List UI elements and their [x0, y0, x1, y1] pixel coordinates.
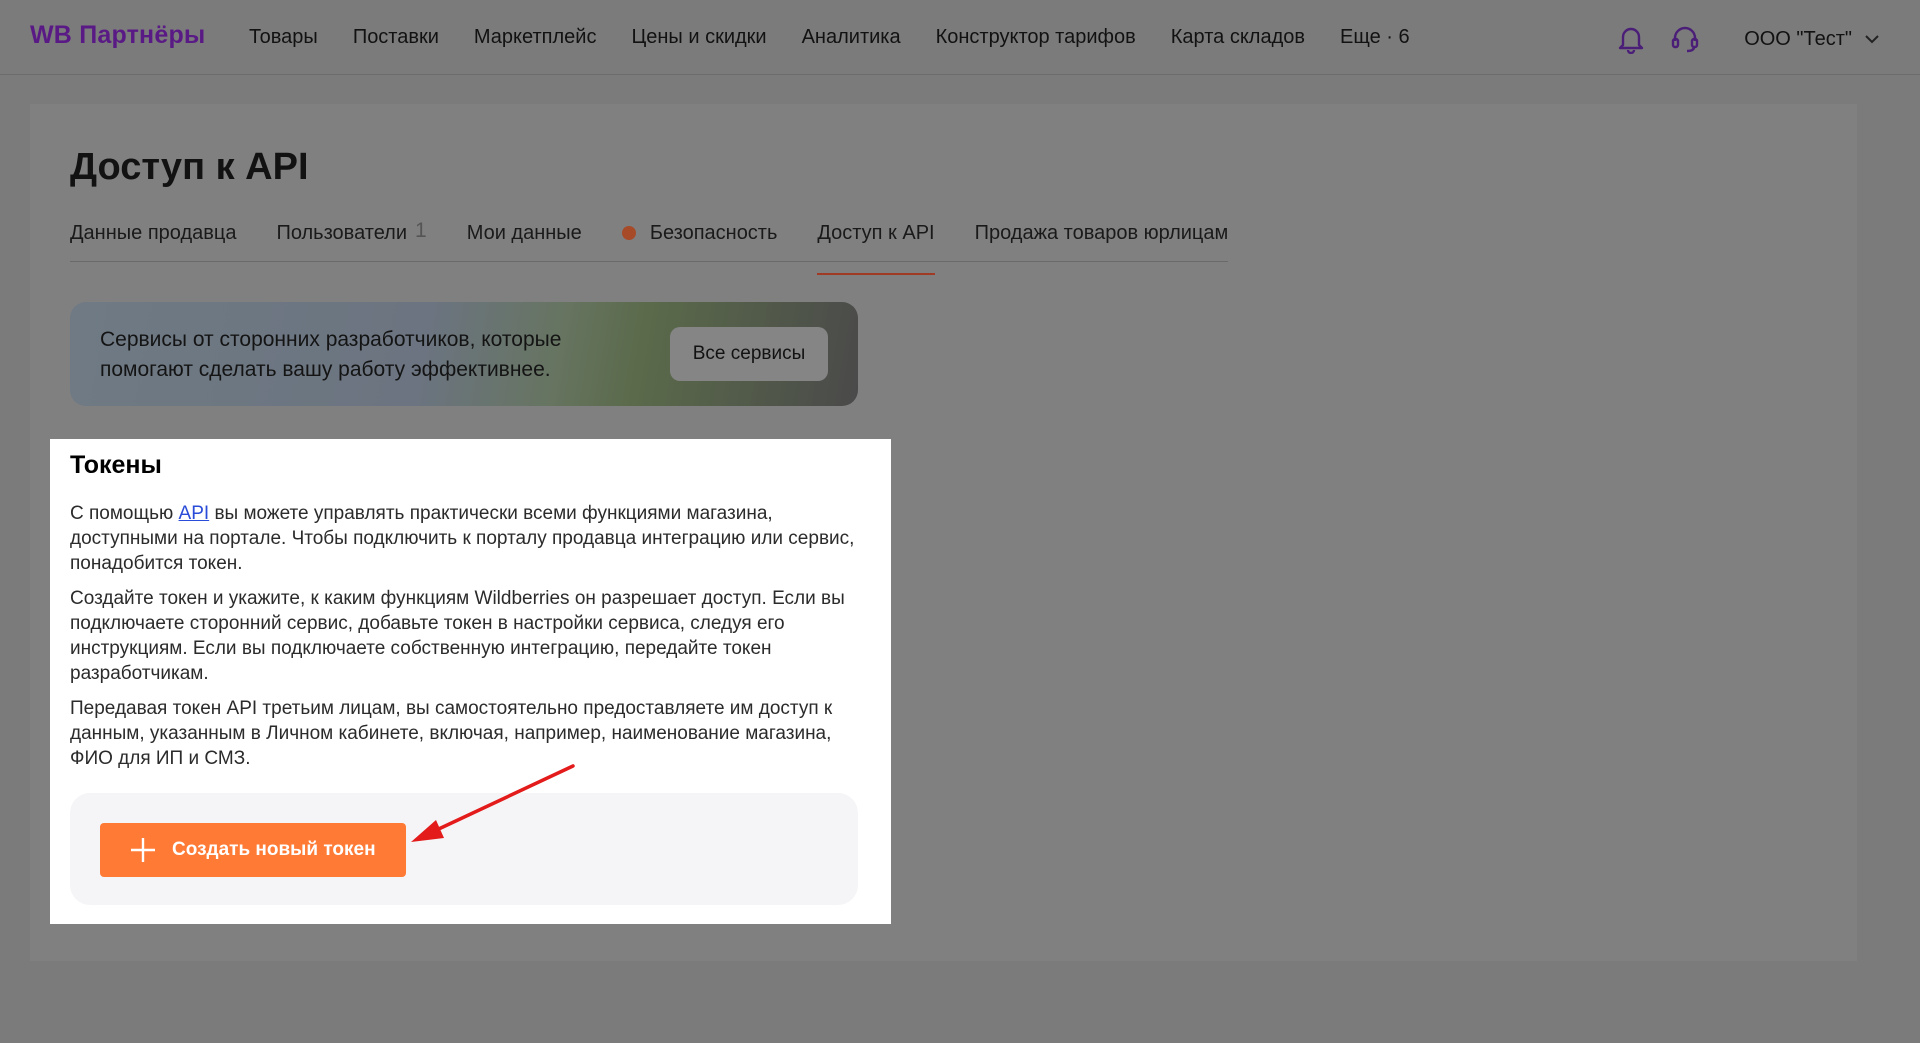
users-count-badge: 1 — [415, 219, 427, 242]
tab-my-data[interactable]: Мои данные — [467, 222, 582, 261]
tokens-title: Токены — [70, 451, 162, 479]
tab-users[interactable]: Пользователи 1 — [276, 219, 427, 261]
headset-icon[interactable] — [1668, 22, 1702, 56]
nav-item-tariff-builder[interactable]: Конструктор тарифов — [936, 26, 1136, 49]
banner-text: Сервисы от сторонних разработчиков, кото… — [100, 328, 562, 381]
settings-tabs: Данные продавца Пользователи 1 Мои данны… — [70, 219, 1229, 275]
page-title: Доступ к API — [70, 146, 309, 188]
plus-icon — [130, 837, 156, 863]
create-token-label: Создать новый токен — [172, 839, 376, 860]
nav-item-supplies[interactable]: Поставки — [353, 26, 439, 49]
tab-label: Данные продавца — [70, 222, 237, 244]
create-token-button[interactable]: Создать новый токен — [100, 823, 406, 877]
tab-api-access[interactable]: Доступ к API — [817, 222, 935, 275]
tab-b2b-sales[interactable]: Продажа товаров юрлицам — [975, 222, 1229, 261]
top-navigation-bar: WB Партнёры Товары Поставки Маркетплейс … — [0, 0, 1920, 75]
bell-icon[interactable] — [1614, 22, 1648, 56]
tab-security[interactable]: Безопасность — [621, 222, 778, 261]
tab-label: Доступ к API — [817, 222, 935, 244]
nav-item-products[interactable]: Товары — [249, 26, 318, 49]
nav-item-analytics[interactable]: Аналитика — [802, 26, 901, 49]
tokens-panel: Токены С помощью API вы можете управлять… — [50, 439, 891, 924]
tokens-paragraph-3: Передавая токен API третьим лицам, вы са… — [70, 698, 833, 769]
tokens-paragraph-1: С помощью API вы можете управлять практи… — [70, 501, 870, 576]
main-nav: Товары Поставки Маркетплейс Цены и скидк… — [249, 26, 1410, 49]
chevron-down-icon — [1865, 35, 1879, 44]
nav-item-marketplace[interactable]: Маркетплейс — [474, 26, 597, 49]
services-banner: Сервисы от сторонних разработчиков, кото… — [70, 302, 858, 406]
tab-label: Безопасность — [649, 222, 778, 244]
text: С помощью — [70, 503, 179, 524]
logo[interactable]: WB Партнёры — [30, 21, 205, 50]
header-actions: ООО "Тест" — [1594, 22, 1880, 56]
org-name: ООО "Тест" — [1744, 27, 1852, 50]
tab-label: Мои данные — [466, 222, 582, 244]
tokens-paragraph-2: Создайте токен и укажите, к каким функци… — [70, 588, 845, 684]
nav-item-warehouse-map[interactable]: Карта складов — [1171, 26, 1305, 49]
create-token-box: Создать новый токен — [70, 793, 858, 905]
alert-dot-icon — [621, 226, 636, 240]
api-link[interactable]: API — [179, 503, 210, 524]
nav-item-more[interactable]: Еще · 6 — [1340, 26, 1410, 49]
tab-seller-data[interactable]: Данные продавца — [70, 222, 236, 261]
nav-item-prices[interactable]: Цены и скидки — [631, 26, 766, 49]
tokens-description: С помощью API вы можете управлять практи… — [70, 501, 870, 781]
tab-label: Пользователи — [276, 222, 407, 244]
all-services-button[interactable]: Все сервисы — [670, 327, 828, 381]
tab-label: Продажа товаров юрлицам — [974, 222, 1229, 244]
org-switcher[interactable]: ООО "Тест" — [1744, 28, 1880, 51]
